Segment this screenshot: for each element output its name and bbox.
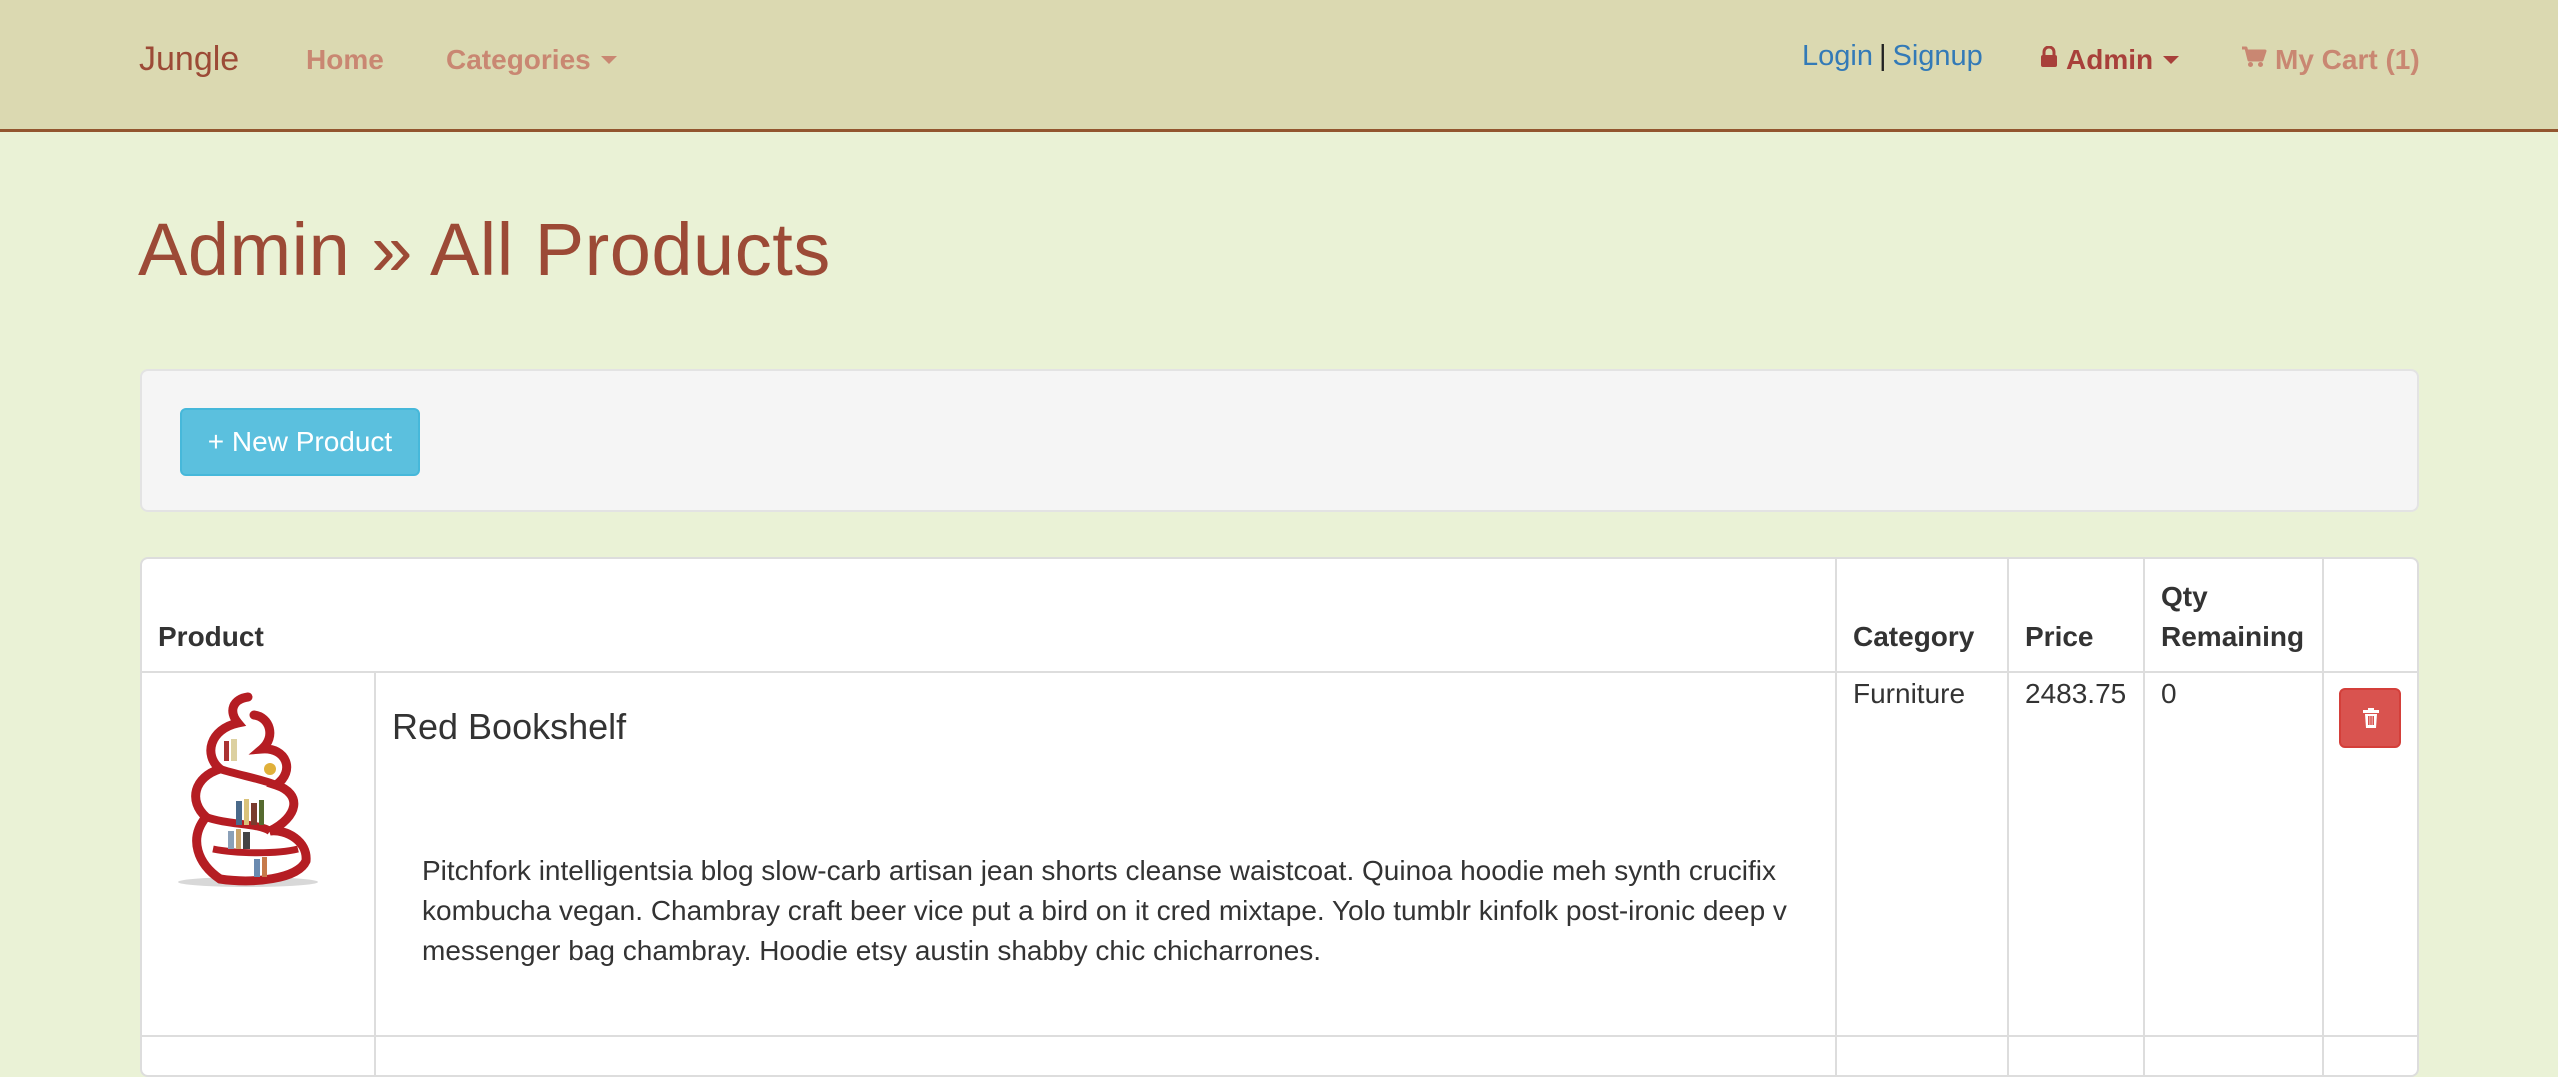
- auth-separator: |: [1878, 40, 1887, 72]
- nav-cart-link[interactable]: My Cart (1): [2241, 42, 2420, 78]
- nav-home-link[interactable]: Home: [306, 42, 384, 78]
- header-divider: [142, 671, 2417, 673]
- column-divider: [2143, 559, 2145, 1075]
- product-quantity: 0: [2161, 678, 2177, 709]
- nav-admin-dropdown[interactable]: Admin: [2040, 41, 2180, 78]
- header-qty-line1: Qty: [2161, 581, 2208, 612]
- nav-admin-label: Admin: [2066, 44, 2154, 75]
- toolbar-well: + New Product: [140, 369, 2419, 512]
- header-qty-line2: Remaining: [2161, 621, 2305, 652]
- products-table: Product Category Price Qty Remaining Red…: [140, 557, 2419, 1077]
- auth-links: Login | Signup: [1802, 38, 1983, 74]
- column-divider: [2007, 559, 2009, 1075]
- nav-categories-dropdown[interactable]: Categories: [446, 42, 617, 78]
- chevron-down-icon: [600, 55, 617, 64]
- trash-icon: [2363, 708, 2379, 728]
- header-product: Product: [158, 621, 264, 652]
- signup-link[interactable]: Signup: [1893, 40, 1983, 72]
- lock-icon: [2040, 41, 2058, 77]
- product-category: Furniture: [1853, 678, 1966, 709]
- delete-product-button[interactable]: [2339, 688, 2401, 748]
- page-title: Admin » All Products: [138, 208, 831, 291]
- nav-cart-label: My Cart (1): [2275, 44, 2420, 75]
- column-divider: [2322, 559, 2324, 1075]
- row-divider: [142, 1035, 2417, 1037]
- top-navbar: Jungle Home Categories Login | Signup Admi…: [0, 0, 2558, 132]
- new-product-button[interactable]: + New Product: [180, 408, 420, 476]
- login-link[interactable]: Login: [1802, 40, 1873, 72]
- column-divider: [374, 671, 376, 1075]
- nav-categories-label: Categories: [446, 44, 591, 75]
- cart-icon: [2241, 41, 2267, 77]
- column-divider: [1835, 559, 1837, 1075]
- product-price: 2483.75: [2025, 678, 2127, 709]
- product-image: [158, 689, 324, 889]
- product-name[interactable]: Red Bookshelf: [392, 705, 626, 749]
- chevron-down-icon: [2163, 55, 2180, 64]
- product-description: Pitchfork intelligentsia blog slow-carb …: [422, 855, 1787, 966]
- header-price: Price: [2025, 621, 2094, 652]
- header-category: Category: [1853, 621, 1975, 652]
- brand-link[interactable]: Jungle: [139, 38, 239, 80]
